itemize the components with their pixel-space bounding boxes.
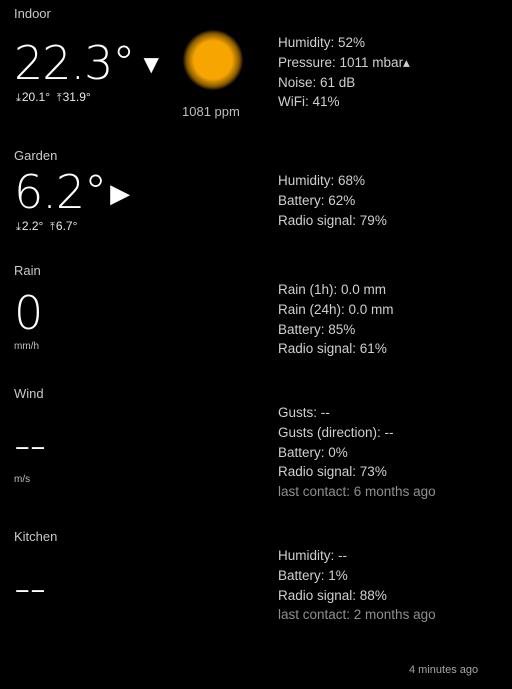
min-icon: ⤓ bbox=[16, 92, 21, 104]
rain-24h: Rain (24h): 0.0 mm bbox=[278, 301, 394, 317]
max-icon: ⤒ bbox=[56, 92, 62, 104]
rain-details: Rain (1h): 0.0 mm Rain (24h): 0.0 mm Bat… bbox=[278, 280, 394, 359]
kitchen-value: -- bbox=[14, 561, 46, 615]
garden-temperature: 6.2° ▶ bbox=[14, 169, 130, 215]
humidity: Humidity: 52% bbox=[278, 35, 366, 50]
kitchen-module: Kitchen -- Humidity: -- Battery: 1% Radi… bbox=[0, 528, 512, 638]
wind-details: Gusts: -- Gusts (direction): -- Battery:… bbox=[278, 403, 436, 502]
co2-indicator bbox=[178, 30, 248, 100]
indoor-details: Humidity: 52% Pressure: 1011 mbar▴ Noise… bbox=[278, 33, 410, 112]
garden-module: Garden 6.2° ▶ ⤓2.2° ⤒6.7° Humidity: 68% B… bbox=[0, 146, 512, 256]
indoor-module: Indoor 22.3° ▼ ⤓20.1° ⤒31.9° 1081 ppm Hum… bbox=[0, 0, 512, 140]
indoor-temperature: 22.3° ▼ bbox=[14, 40, 164, 86]
battery: Battery: 1% bbox=[278, 567, 348, 583]
radio-signal: Radio signal: 88% bbox=[278, 587, 387, 603]
rain-unit: mm/h bbox=[14, 341, 39, 352]
kitchen-details: Humidity: -- Battery: 1% Radio signal: 8… bbox=[278, 546, 436, 625]
noise: Noise: 61 dB bbox=[278, 74, 356, 90]
gusts: Gusts: -- bbox=[278, 405, 330, 420]
co2-level-icon bbox=[183, 30, 243, 90]
module-name: Garden bbox=[14, 148, 58, 163]
min-value: 2.2° bbox=[21, 219, 44, 233]
module-name: Indoor bbox=[14, 6, 51, 21]
min-icon: ⤓ bbox=[16, 221, 21, 233]
max-value: 6.7° bbox=[55, 219, 78, 233]
trend-stable-icon: ▶ bbox=[110, 179, 131, 209]
module-name: Wind bbox=[14, 386, 44, 401]
rain-value: 0 bbox=[14, 286, 43, 340]
last-contact: last contact: 6 months ago bbox=[278, 484, 436, 500]
wind-value: -- bbox=[14, 418, 46, 472]
module-name: Kitchen bbox=[14, 529, 58, 544]
humidity: Humidity: -- bbox=[278, 548, 348, 563]
module-name: Rain bbox=[14, 263, 41, 278]
min-value: 20.1° bbox=[21, 90, 51, 104]
battery: Battery: 85% bbox=[278, 321, 356, 337]
wind-unit: m/s bbox=[14, 474, 31, 485]
rain-1h: Rain (1h): 0.0 mm bbox=[278, 282, 387, 297]
max-icon: ⤒ bbox=[50, 221, 55, 233]
rain-module: Rain 0 mm/h Rain (1h): 0.0 mm Rain (24h)… bbox=[0, 262, 512, 382]
garden-details: Humidity: 68% Battery: 62% Radio signal:… bbox=[278, 171, 387, 230]
gusts-direction: Gusts (direction): -- bbox=[278, 424, 394, 440]
wifi: WiFi: 41% bbox=[278, 94, 340, 110]
wind-module: Wind -- m/s Gusts: -- Gusts (direction):… bbox=[0, 385, 512, 525]
indoor-min-max: ⤓20.1° ⤒31.9° bbox=[16, 90, 91, 105]
radio-signal: Radio signal: 79% bbox=[278, 212, 387, 228]
garden-min-max: ⤓2.2° ⤒6.7° bbox=[16, 219, 77, 234]
trend-down-icon: ▼ bbox=[138, 50, 165, 80]
co2-value: 1081 ppm bbox=[182, 104, 240, 119]
humidity: Humidity: 68% bbox=[278, 173, 366, 188]
last-contact: last contact: 2 months ago bbox=[278, 607, 436, 623]
max-value: 31.9° bbox=[62, 90, 91, 104]
battery: Battery: 0% bbox=[278, 444, 348, 460]
radio-signal: Radio signal: 73% bbox=[278, 464, 387, 480]
temperature-value: 6.2° bbox=[14, 165, 107, 219]
radio-signal: Radio signal: 61% bbox=[278, 341, 387, 357]
temperature-value: 22.3° bbox=[14, 36, 135, 90]
last-updated: 4 minutes ago bbox=[409, 664, 479, 676]
pressure: Pressure: 1011 mbar▴ bbox=[278, 54, 410, 70]
battery: Battery: 62% bbox=[278, 192, 356, 208]
